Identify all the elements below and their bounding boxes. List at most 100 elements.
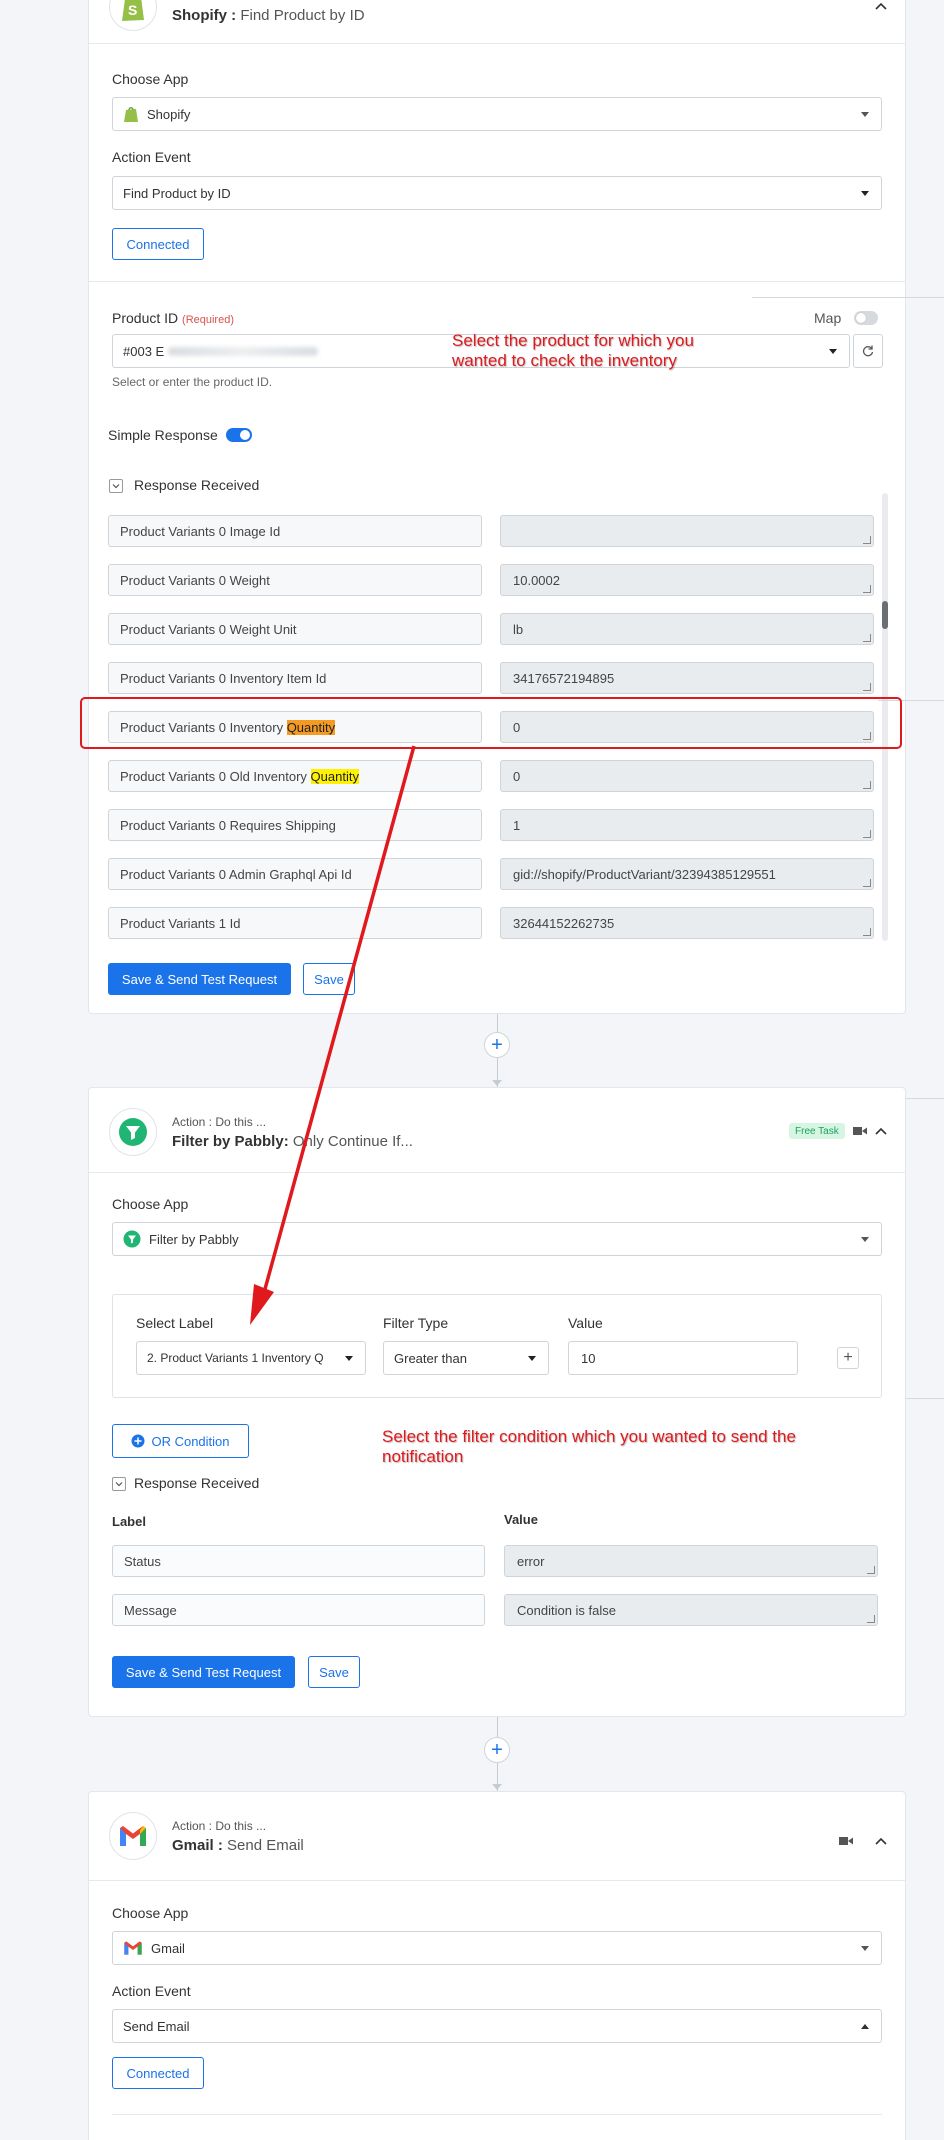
response-row-label: Product Variants 0 Weight: [108, 564, 482, 596]
dropdown-caret-icon: [861, 112, 869, 117]
or-condition-label: OR Condition: [151, 1433, 230, 1449]
select-label-value: 2. Product Variants 1 Inventory Q: [147, 1351, 324, 1365]
response-row-value[interactable]: 0: [500, 760, 874, 792]
video-camera-icon[interactable]: [853, 1126, 867, 1136]
value-column-header: Value: [504, 1512, 538, 1527]
header-divider: [89, 1880, 905, 1881]
add-step-button[interactable]: +: [484, 1032, 510, 1058]
product-id-help: Select or enter the product ID.: [112, 375, 273, 389]
action-event-select[interactable]: Find Product by ID: [112, 176, 882, 210]
response-row-value[interactable]: 32644152262735: [500, 907, 874, 939]
video-camera-icon[interactable]: [839, 1836, 853, 1846]
chevron-up-icon[interactable]: [873, 1834, 889, 1850]
add-condition-button[interactable]: +: [837, 1347, 859, 1369]
section-divider: [112, 2114, 882, 2115]
action-event-label: Action Event: [112, 1983, 191, 1999]
response-row-label: Product Variants 0 Requires Shipping: [108, 809, 482, 841]
choose-app-select[interactable]: Filter by Pabbly: [112, 1222, 882, 1256]
flow-arrow-icon: [492, 1784, 502, 1790]
response-received-toggle[interactable]: [112, 1477, 126, 1491]
label-text: Product Variants 0 Old Inventory: [120, 768, 311, 784]
connected-button[interactable]: Connected: [112, 228, 204, 260]
app-name: Gmail :: [172, 1837, 223, 1854]
response-row-value[interactable]: Condition is false: [504, 1594, 878, 1626]
map-toggle[interactable]: [854, 311, 878, 325]
simple-response-toggle[interactable]: [226, 428, 252, 442]
select-label-label: Select Label: [136, 1315, 214, 1331]
gmail-action-card: Action : Do this ... Gmail : Send Email …: [88, 1791, 906, 2140]
required-marker: (Required): [182, 314, 234, 326]
connected-button[interactable]: Connected: [112, 2057, 204, 2089]
response-row-label: Message: [112, 1594, 485, 1626]
chevron-down-icon: [115, 1482, 123, 1487]
map-label: Map: [814, 310, 842, 326]
filter-annotation-note: Select the filter condition which you wa…: [382, 1427, 796, 1466]
response-row-value[interactable]: lb: [500, 613, 874, 645]
filter-type-value: Greater than: [394, 1350, 467, 1366]
save-send-test-request-button[interactable]: Save & Send Test Request: [108, 963, 291, 995]
filter-small-icon: [123, 1230, 141, 1248]
shopify-action-card: S Shopify : Find Product by ID Choose Ap…: [88, 0, 906, 1014]
action-event-select[interactable]: Send Email: [112, 2009, 882, 2043]
response-row-value[interactable]: gid://shopify/ProductVariant/32394385129…: [500, 858, 874, 890]
product-id-label: Product ID (Required): [112, 310, 234, 326]
svg-text:S: S: [128, 2, 137, 18]
chevron-down-icon: [112, 484, 120, 489]
filter-condition-box: Select Label 2. Product Variants 1 Inven…: [112, 1294, 882, 1398]
gmail-logo-icon: [109, 1812, 157, 1860]
response-row-label: Product Variants 0 Inventory Item Id: [108, 662, 482, 694]
chevron-up-icon[interactable]: [873, 1124, 889, 1140]
response-row-label: Status: [112, 1545, 485, 1577]
choose-app-label: Choose App: [112, 1196, 189, 1212]
response-row-value[interactable]: 10.0002: [500, 564, 874, 596]
response-row-value[interactable]: 1: [500, 809, 874, 841]
refresh-button[interactable]: [853, 334, 883, 368]
choose-app-label: Choose App: [112, 1905, 189, 1921]
add-step-button[interactable]: +: [484, 1737, 510, 1763]
dropdown-caret-icon: [528, 1356, 536, 1361]
dropdown-caret-icon: [829, 349, 837, 354]
shopify-card-title: Shopify : Find Product by ID: [172, 7, 365, 24]
save-button[interactable]: Save: [303, 963, 355, 995]
filter-type-dropdown[interactable]: Greater than: [383, 1341, 549, 1375]
gmail-card-subtitle: Action : Do this ...: [172, 1819, 267, 1833]
response-row-value[interactable]: error: [504, 1545, 878, 1577]
choose-app-value: Filter by Pabbly: [149, 1231, 239, 1247]
label-text: Product Variants 0 Inventory: [120, 719, 287, 735]
save-send-test-request-button[interactable]: Save & Send Test Request: [112, 1656, 295, 1688]
filter-value-input[interactable]: 10: [568, 1341, 798, 1375]
free-task-badge: Free Task: [789, 1123, 845, 1139]
choose-app-select[interactable]: Shopify: [112, 97, 882, 131]
response-row-value[interactable]: [500, 515, 874, 547]
chevron-up-icon[interactable]: [873, 0, 889, 15]
response-received-toggle[interactable]: [109, 479, 123, 493]
response-scrollbar[interactable]: [882, 493, 888, 941]
product-annotation-note: Select the product for which you wanted …: [452, 331, 694, 370]
response-row-label: Product Variants 0 Weight Unit: [108, 613, 482, 645]
plus-circle-icon: [131, 1434, 145, 1448]
gmail-card-title: Gmail : Send Email: [172, 1837, 304, 1854]
choose-app-value: Gmail: [151, 1940, 185, 1956]
response-row-value[interactable]: 0: [500, 711, 874, 743]
highlighted-match: Quantity: [310, 768, 359, 784]
filter-action-card: Action : Do this ... Filter by Pabbly: O…: [88, 1087, 906, 1717]
save-button[interactable]: Save: [308, 1656, 360, 1688]
gmail-small-icon: [124, 1941, 142, 1955]
choose-app-select[interactable]: Gmail: [112, 1931, 882, 1965]
app-name: Filter by Pabbly:: [172, 1133, 289, 1150]
header-divider: [89, 43, 905, 44]
dropdown-caret-icon: [861, 1946, 869, 1951]
dropdown-caret-icon: [861, 1237, 869, 1242]
select-label-dropdown[interactable]: 2. Product Variants 1 Inventory Q: [136, 1341, 366, 1375]
refresh-icon: [862, 345, 874, 357]
dropdown-caret-up-icon: [861, 2024, 869, 2029]
filter-type-label: Filter Type: [383, 1315, 449, 1331]
response-row-label: Product Variants 0 Image Id: [108, 515, 482, 547]
response-row-value[interactable]: 34176572194895: [500, 662, 874, 694]
or-condition-button[interactable]: OR Condition: [112, 1424, 249, 1458]
highlighted-match: Quantity: [286, 719, 336, 735]
action-event-value: Find Product by ID: [123, 185, 231, 201]
action-name: Only Continue If...: [292, 1133, 413, 1150]
response-scrollbar-thumb[interactable]: [882, 601, 888, 629]
action-event-label: Action Event: [112, 149, 191, 165]
